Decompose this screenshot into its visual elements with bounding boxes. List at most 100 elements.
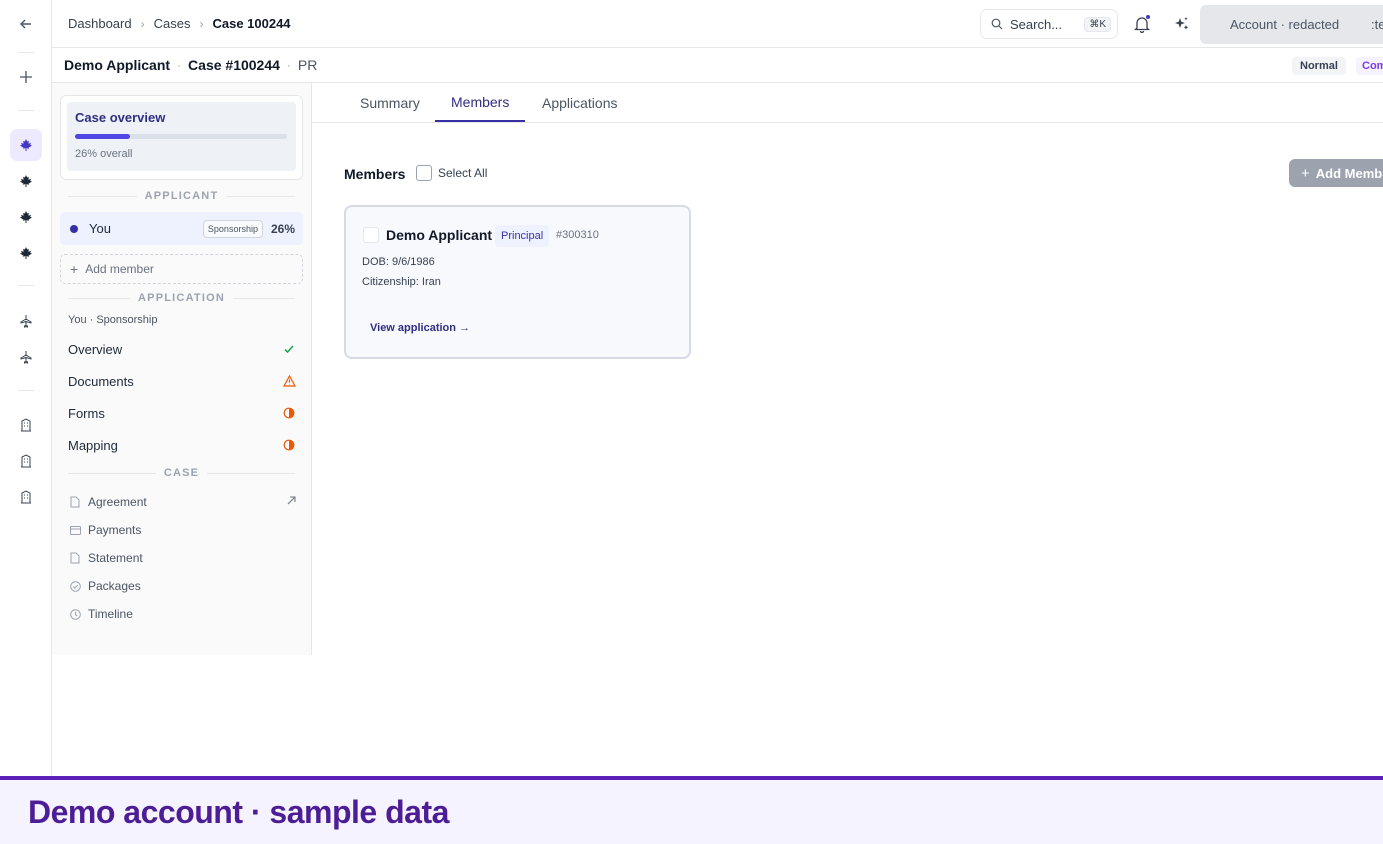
case-overview-title: Case overview [75, 110, 166, 125]
case-item-agreement[interactable]: Agreement [68, 490, 296, 514]
overall-progress-label: 26% overall [75, 148, 133, 160]
separator-dot: · [286, 58, 291, 72]
search-input[interactable]: Search... ⌘K [980, 9, 1118, 39]
clock-icon [68, 608, 82, 620]
rail-divider [18, 110, 34, 111]
search-icon [991, 18, 1003, 30]
ai-assistant-button[interactable] [1170, 12, 1194, 36]
notifications-button[interactable] [1130, 12, 1154, 36]
icon-rail [0, 0, 52, 776]
rail-divider [18, 285, 34, 286]
external-link-icon[interactable] [287, 496, 296, 508]
add-member-label: Add member [85, 262, 154, 276]
case-item-statement[interactable]: Statement [68, 546, 296, 570]
nav-documents[interactable]: Documents [68, 367, 296, 395]
member-dob: DOB: 9/6/1986 [362, 256, 435, 268]
member-id: #300310 [556, 229, 599, 241]
overall-progress-bar [75, 134, 287, 139]
building-icon[interactable] [10, 481, 42, 513]
member-card-name: Demo Applicant [386, 227, 493, 243]
breadcrumb-current: Case 100244 [212, 16, 291, 31]
rail-divider [18, 390, 34, 391]
document-icon [68, 552, 82, 564]
check-circle-icon [68, 580, 82, 592]
add-member-primary-button[interactable]: + Add Memb [1289, 159, 1383, 187]
chevron-right-icon: › [140, 16, 145, 31]
tab-bar: Summary Members Applications [312, 83, 1383, 123]
member-you[interactable]: You Sponsorship 26% [60, 212, 303, 245]
nav-forms[interactable]: Forms [68, 399, 296, 427]
application-subtitle: You · Sponsorship [68, 314, 158, 326]
top-bar: Dashboard › Cases › Case 100244 Search..… [52, 0, 1383, 48]
half-circle-icon [282, 406, 296, 420]
maple-leaf-icon[interactable] [10, 237, 42, 269]
sparkle-icon [1175, 17, 1189, 30]
applicant-name: Demo Applicant [64, 57, 171, 73]
notification-dot [1145, 14, 1151, 20]
maple-leaf-icon[interactable] [10, 165, 42, 197]
search-placeholder: Search... [1010, 16, 1063, 32]
maple-leaf-icon[interactable] [10, 129, 42, 161]
case-item-label: Payments [88, 523, 142, 537]
role-badge: Principal [495, 225, 550, 247]
tab-members[interactable]: Members [435, 83, 526, 122]
airplane-icon[interactable] [10, 305, 42, 337]
account-label: Account · redacted [1230, 17, 1340, 32]
nav-label: Mapping [68, 437, 118, 453]
account-menu[interactable]: Account · redacted :te [1200, 5, 1383, 44]
select-all-checkbox[interactable] [416, 165, 432, 181]
case-header: Demo Applicant · Case #100244 · PR Norma… [52, 48, 1383, 83]
plus-icon: + [70, 261, 79, 277]
building-icon[interactable] [10, 409, 42, 441]
add-member-button[interactable]: + Add member [60, 254, 303, 284]
check-icon [282, 342, 296, 356]
section-applicant: APPLICANT [68, 190, 295, 202]
case-item-timeline[interactable]: Timeline [68, 602, 296, 626]
case-overview-card[interactable]: Case overview 26% overall [60, 95, 303, 180]
case-item-payments[interactable]: Payments [68, 518, 296, 542]
select-all[interactable]: Select All [416, 165, 487, 181]
member-tag: Sponsorship [202, 219, 263, 238]
separator-dot: · [177, 58, 182, 72]
case-number: Case #100244 [188, 57, 280, 73]
rail-divider [18, 52, 34, 53]
nav-label: Documents [68, 373, 134, 389]
warning-icon [282, 374, 296, 388]
search-shortcut: ⌘K [1084, 16, 1111, 32]
demo-banner: Demo account · sample data [0, 776, 1383, 844]
account-extra: :te [1371, 17, 1383, 32]
half-circle-icon [282, 438, 296, 452]
case-program: PR [297, 57, 318, 73]
section-application: APPLICATION [68, 292, 295, 304]
tab-applications[interactable]: Applications [542, 83, 618, 122]
member-citizenship: Citizenship: Iran [362, 276, 441, 288]
demo-banner-text: Demo account · sample data [28, 794, 449, 830]
view-application-link[interactable]: View application → [370, 322, 470, 334]
back-arrow-icon[interactable] [10, 8, 42, 40]
airplane-icon[interactable] [10, 341, 42, 373]
breadcrumb-cases[interactable]: Cases [154, 16, 191, 31]
nav-overview[interactable]: Overview [68, 335, 296, 363]
nav-label: Forms [68, 405, 105, 421]
case-item-label: Packages [88, 579, 141, 593]
member-percent: 26% [270, 221, 295, 236]
chevron-right-icon: › [199, 16, 204, 31]
status-badge: Com [1356, 57, 1383, 75]
case-item-label: Statement [88, 551, 143, 565]
member-card[interactable]: Demo Applicant Principal #300310 DOB: 9/… [344, 205, 691, 359]
section-case: CASE [68, 467, 295, 479]
maple-leaf-icon[interactable] [10, 201, 42, 233]
building-icon[interactable] [10, 445, 42, 477]
member-checkbox[interactable] [363, 227, 379, 243]
plus-icon: + [1301, 164, 1310, 182]
nav-label: Overview [68, 341, 123, 357]
case-item-packages[interactable]: Packages [68, 574, 296, 598]
document-icon [68, 496, 82, 508]
member-name: You [89, 221, 111, 236]
plus-icon[interactable] [10, 61, 42, 93]
tab-summary[interactable]: Summary [360, 83, 420, 122]
breadcrumb-dashboard[interactable]: Dashboard [68, 16, 132, 31]
case-overview-body: Case overview 26% overall [67, 102, 296, 171]
members-heading: Members [344, 166, 406, 182]
nav-mapping[interactable]: Mapping [68, 431, 296, 459]
